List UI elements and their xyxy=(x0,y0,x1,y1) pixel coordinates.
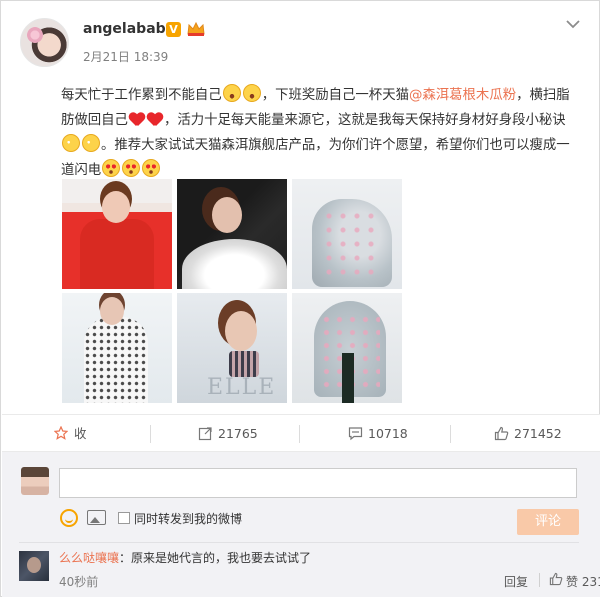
photo-figure xyxy=(182,239,287,289)
post-action-bar: 收藏 21765 10718 271452 xyxy=(2,414,600,479)
repost-icon xyxy=(198,427,212,441)
shocked-face-emoji-icon xyxy=(222,84,241,102)
thumbs-up-icon xyxy=(494,426,509,441)
repost-checkbox-label[interactable]: 同时转发到我的微博 xyxy=(134,510,242,527)
comment-like-label: 赞 231 xyxy=(566,575,600,589)
red-heart-emoji-icon xyxy=(129,112,145,127)
red-heart-emoji-icon xyxy=(147,112,163,127)
star-icon xyxy=(54,426,68,440)
shocked-face-emoji-icon xyxy=(242,84,261,102)
chevron-down-icon[interactable] xyxy=(564,15,582,33)
photo-figure-face xyxy=(102,191,130,223)
divider xyxy=(150,425,151,443)
smile-emoji-icon[interactable] xyxy=(60,509,78,527)
heart-eyes-emoji-icon xyxy=(102,159,121,177)
post-photo-1[interactable] xyxy=(62,179,172,289)
image-upload-icon[interactable] xyxy=(87,510,106,525)
mention-link[interactable]: @森洱葛根木瓜粉 xyxy=(409,88,516,103)
photo-figure xyxy=(80,219,154,289)
comment-bubble-icon xyxy=(348,427,363,441)
post-timestamp[interactable]: 2月21日 18:39 xyxy=(83,48,168,65)
photo-figure-face xyxy=(100,297,124,325)
post-photo-4[interactable] xyxy=(62,293,172,403)
heart-eyes-emoji-icon xyxy=(142,159,161,177)
commenter-avatar[interactable] xyxy=(19,551,49,581)
post-body-text: 每天忙于工作累到不能自己 ，下班奖励自己一杯天猫@森洱葛根木瓜粉，横扫脂肪做回自己… xyxy=(61,83,571,183)
post-photo-6[interactable] xyxy=(292,293,402,403)
photo-pattern xyxy=(322,209,382,279)
photo-magazine-logo: ELLE xyxy=(207,375,277,400)
author-username[interactable]: angelababy xyxy=(83,21,175,37)
divider xyxy=(539,573,540,587)
divider xyxy=(450,425,451,443)
author-avatar[interactable] xyxy=(20,18,69,67)
photo-figure-leg xyxy=(342,353,354,403)
photo-necklace xyxy=(229,351,259,377)
post-text-part-b: ，下班奖励自己一杯天猫 xyxy=(261,88,409,103)
current-user-avatar[interactable] xyxy=(21,467,49,495)
flower-decoration xyxy=(27,27,43,43)
comment-input[interactable] xyxy=(59,468,577,498)
comment-count: 10718 xyxy=(368,426,408,441)
photo-figure xyxy=(84,317,148,403)
like-count: 271452 xyxy=(514,426,562,441)
comment-text: ：原来是她代言的，我也要去试试了 xyxy=(119,551,312,565)
post-photo-2[interactable] xyxy=(177,179,287,289)
thumbs-up-icon xyxy=(549,572,563,586)
weibo-post-card: angelababy V 2月21日 18:39 每天忙于工作累到不能自己 ，下班… xyxy=(0,0,600,597)
commenter-name[interactable]: 么么哒嚷嚷 xyxy=(59,551,119,565)
heart-eyes-emoji-icon xyxy=(122,159,141,177)
post-photo-3[interactable] xyxy=(292,179,402,289)
face-covering-mouth-emoji-icon xyxy=(82,134,100,152)
reply-button[interactable]: 回复 xyxy=(504,573,528,590)
submit-comment-button[interactable]: 评论 xyxy=(517,509,579,535)
photo-figure-face xyxy=(225,311,257,351)
divider xyxy=(299,425,300,443)
post-photo-5[interactable]: ELLE xyxy=(177,293,287,403)
divider xyxy=(19,542,579,543)
repost-checkbox[interactable] xyxy=(118,512,130,524)
crown-badge-icon[interactable] xyxy=(186,21,206,37)
photo-figure-face xyxy=(212,197,242,233)
verified-v-icon[interactable]: V xyxy=(166,22,181,37)
face-covering-mouth-emoji-icon xyxy=(62,134,80,152)
post-text-part-a: 每天忙于工作累到不能自己 xyxy=(61,88,222,103)
post-text-part-d: ，活力十足每天能量来源它，这就是我每天保持好身材好身段小秘诀 xyxy=(163,113,566,128)
comment-timestamp: 40秒前 xyxy=(59,575,99,589)
repost-count: 21765 xyxy=(218,426,258,441)
comment-item: 么么哒嚷嚷：原来是她代言的，我也要去试试了 xyxy=(59,549,311,566)
